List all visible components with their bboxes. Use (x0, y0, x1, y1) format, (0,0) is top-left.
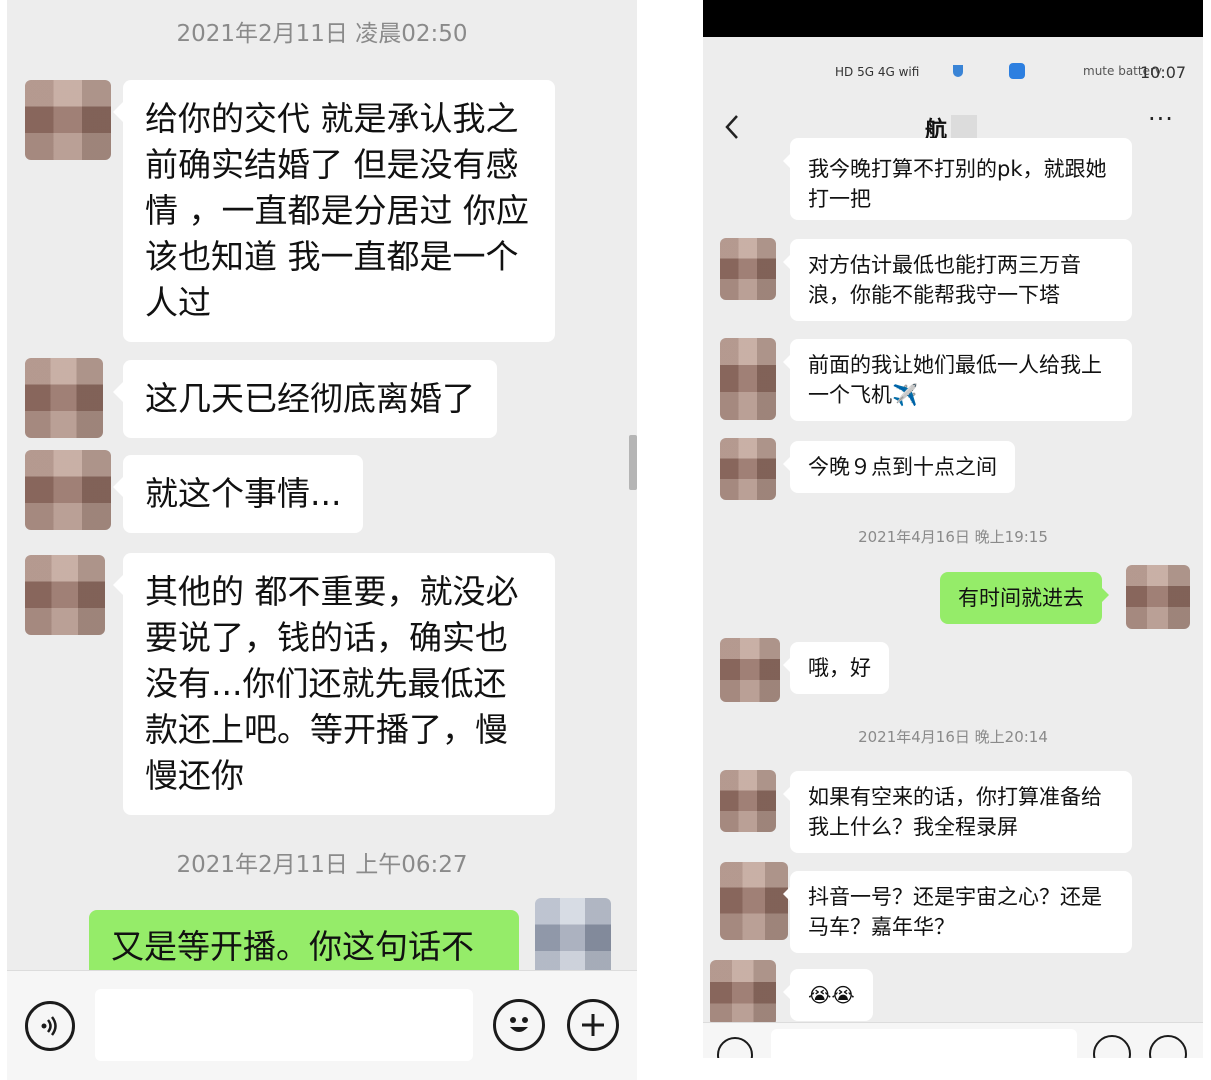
message-bubble: 就这个事情... (112, 455, 364, 533)
network-icons: HD 5G 4G wifi (835, 65, 920, 79)
avatar[interactable] (720, 638, 780, 702)
plus-icon[interactable] (567, 999, 619, 1051)
emoji-icon[interactable] (1093, 1035, 1131, 1058)
top-bezel (703, 0, 1203, 37)
input-bar (7, 970, 637, 1080)
avatar[interactable] (720, 770, 776, 832)
voice-icon[interactable] (25, 1001, 75, 1051)
right-chat-screenshot: HD 5G 4G wifi mute battery 10:07 航 ··· 我… (703, 0, 1203, 1058)
message-bubble: 前面的我让她们最低一人给我上一个飞机✈️ (783, 339, 1132, 421)
avatar[interactable] (1126, 565, 1190, 629)
input-bar (703, 1022, 1203, 1058)
message-bubble: 今晚９点到十点之间 (783, 441, 1015, 493)
avatar[interactable] (25, 450, 111, 530)
message-bubble: 给你的交代 就是承认我之前确实结婚了 但是没有感情 ，一直都是分居过 你应该也知… (113, 80, 555, 342)
emoji-icon[interactable] (493, 999, 545, 1051)
avatar[interactable] (720, 438, 776, 500)
message-bubble: 😭😭 (783, 969, 873, 1021)
avatar[interactable] (710, 960, 776, 1026)
avatar[interactable] (720, 238, 776, 300)
timestamp: 2021年4月16日 晚上20:14 (858, 728, 1048, 746)
timestamp: 2021年4月16日 晚上19:15 (858, 528, 1048, 546)
left-chat-screenshot: 2021年2月11日 凌晨02:50 给你的交代 就是承认我之前确实结婚了 但是… (7, 0, 637, 1080)
timestamp: 2021年2月11日 凌晨02:50 (176, 21, 468, 47)
avatar[interactable] (720, 338, 776, 420)
sent-message-bubble: 有时间就进去 (940, 572, 1109, 624)
message-bubble: 哦，好 (783, 642, 889, 694)
timestamp: 2021年2月11日 上午06:27 (176, 852, 468, 878)
avatar[interactable] (25, 555, 105, 635)
voice-icon[interactable] (717, 1037, 753, 1058)
message-bubble: 其他的 都不重要，就没必要说了，钱的话，确实也没有...你们还就先最低还款还上吧… (113, 553, 555, 815)
message-input[interactable] (771, 1029, 1077, 1058)
scroll-indicator[interactable] (629, 435, 637, 490)
app-icon (1009, 63, 1025, 79)
plus-icon[interactable] (1149, 1035, 1187, 1058)
avatar[interactable] (720, 862, 788, 940)
message-input[interactable] (95, 989, 473, 1061)
avatar[interactable] (535, 898, 611, 978)
clock: 10:07 (1140, 63, 1187, 82)
avatar[interactable] (25, 358, 103, 438)
message-bubble: 对方估计最低也能打两三万音浪，你能不能帮我守一下塔 (783, 239, 1132, 321)
message-bubble: 如果有空来的话，你打算准备给我上什么？我全程录屏 (783, 771, 1132, 853)
message-bubble: 这几天已经彻底离婚了 (113, 360, 497, 438)
shield-icon (953, 65, 963, 77)
message-bubble: 抖音一号？还是宇宙之心？还是马车？嘉年华？ (783, 871, 1132, 953)
avatar[interactable] (25, 80, 111, 160)
